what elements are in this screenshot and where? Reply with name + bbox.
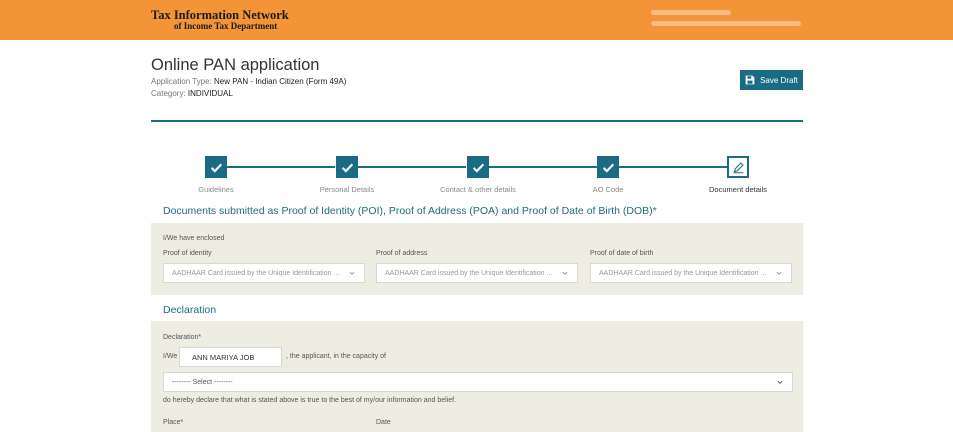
step-ao-code[interactable] bbox=[597, 156, 619, 178]
chevron-down-icon bbox=[349, 271, 355, 275]
step-label-contact-details: Contact & other details bbox=[440, 185, 516, 194]
pencil-edit-icon bbox=[733, 161, 744, 173]
top-header-bar: Tax Information Network of Income Tax De… bbox=[0, 0, 953, 40]
documents-section-title: Documents submitted as Proof of Identity… bbox=[163, 205, 657, 217]
proof-of-address-select[interactable]: AADHAAR Card issued by the Unique Identi… bbox=[376, 263, 578, 283]
step-label-document-details: Document details bbox=[709, 185, 767, 194]
proof-of-identity-select[interactable]: AADHAAR Card issued by the Unique Identi… bbox=[163, 263, 365, 283]
user-info-blurred bbox=[651, 10, 811, 32]
category-label: Category: bbox=[151, 89, 186, 98]
declaration-panel: Declaration* I/We ANN MARIYA JOB , the a… bbox=[151, 321, 803, 432]
step-label-ao-code: AO Code bbox=[592, 185, 624, 194]
checkmark-icon bbox=[602, 163, 614, 173]
checkmark-icon bbox=[472, 163, 484, 173]
applicant-name-value: ANN MARIYA JOB bbox=[192, 352, 255, 362]
chevron-down-icon bbox=[562, 271, 568, 275]
step-connector bbox=[489, 166, 597, 168]
category-value: INDIVIDUAL bbox=[187, 89, 233, 98]
capacity-select[interactable]: -------- Select -------- bbox=[163, 372, 793, 392]
chevron-down-icon bbox=[777, 380, 783, 384]
step-connector bbox=[619, 166, 727, 168]
step-contact-details[interactable] bbox=[467, 156, 489, 178]
chevron-down-icon bbox=[776, 271, 782, 275]
declaration-section-title: Declaration bbox=[163, 304, 217, 316]
applicant-name-input[interactable]: ANN MARIYA JOB bbox=[179, 347, 282, 367]
application-type-value: New PAN - Indian Citizen (Form 49A) bbox=[214, 77, 347, 86]
step-label-personal-details: Personal Details bbox=[319, 185, 375, 194]
application-type-line: Application Type: New PAN - Indian Citiz… bbox=[151, 77, 346, 86]
page-title: Online PAN application bbox=[151, 56, 320, 74]
iwe-label: I/We bbox=[163, 353, 178, 360]
date-label: Date bbox=[376, 419, 391, 426]
application-type-label: Application Type: bbox=[151, 77, 212, 86]
proof-of-dob-label: Proof of date of birth bbox=[590, 250, 654, 257]
step-personal-details[interactable] bbox=[336, 156, 358, 178]
step-connector bbox=[227, 166, 335, 168]
capacity-select-value: -------- Select -------- bbox=[172, 378, 233, 386]
declaration-statement: do hereby declare that what is stated ab… bbox=[163, 397, 457, 404]
step-label-guidelines: Guidelines bbox=[198, 185, 234, 194]
save-icon bbox=[745, 75, 755, 85]
step-document-details[interactable] bbox=[727, 156, 749, 178]
enclosed-label: I/We have enclosed bbox=[163, 235, 225, 242]
declaration-label: Declaration* bbox=[163, 334, 202, 341]
proof-of-identity-label: Proof of identity bbox=[163, 250, 212, 257]
proof-of-dob-select[interactable]: AADHAAR Card issued by the Unique Identi… bbox=[590, 263, 792, 283]
save-draft-label: Save Draft bbox=[760, 75, 798, 85]
step-guidelines[interactable] bbox=[205, 156, 227, 178]
proof-of-identity-value: AADHAAR Card issued by the Unique Identi… bbox=[172, 269, 340, 277]
documents-panel: I/We have enclosed Proof of identity Pro… bbox=[151, 223, 803, 295]
save-draft-button[interactable]: Save Draft bbox=[740, 70, 803, 90]
checkmark-icon bbox=[341, 163, 353, 173]
place-label: Place* bbox=[163, 419, 184, 426]
checkmark-icon bbox=[210, 163, 222, 173]
category-line: Category: INDIVIDUAL bbox=[151, 89, 233, 98]
proof-of-address-label: Proof of address bbox=[376, 250, 428, 257]
brand-subtitle: of Income Tax Department bbox=[174, 21, 278, 31]
proof-of-dob-value: AADHAAR Card issued by the Unique Identi… bbox=[599, 269, 767, 277]
step-connector bbox=[358, 166, 466, 168]
proof-of-address-value: AADHAAR Card issued by the Unique Identi… bbox=[385, 269, 553, 277]
title-divider bbox=[151, 120, 803, 122]
capacity-text: , the applicant, in the capacity of bbox=[286, 353, 387, 360]
